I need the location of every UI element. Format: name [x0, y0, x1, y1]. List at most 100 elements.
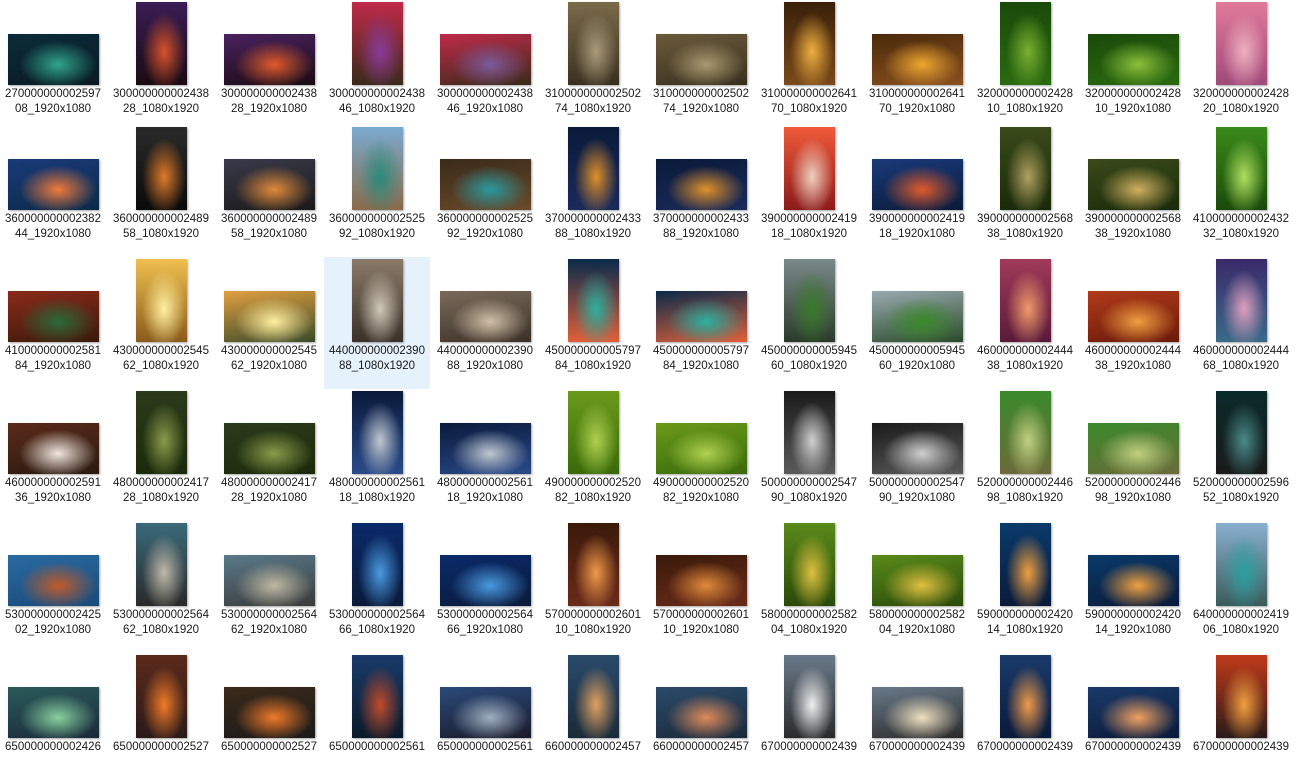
file-tile[interactable]: 410000000002581 84_1920x1080 [0, 257, 106, 389]
file-tile[interactable]: 360000000002382 44_1920x1080 [0, 125, 106, 257]
file-tile[interactable]: 480000000002417 28_1920x1080 [216, 389, 322, 521]
file-name-line-1: 460000000002444 [1085, 345, 1181, 357]
file-name-label: 530000000002425 02_1920x1080 [0, 608, 106, 638]
file-tile[interactable]: 300000000002438 28_1080x1920 [108, 0, 214, 132]
file-tile[interactable]: 590000000002420 14_1080x1920 [972, 521, 1078, 653]
file-tile[interactable]: 300000000002438 28_1920x1080 [216, 0, 322, 132]
file-tile[interactable]: 360000000002525 92_1920x1080 [432, 125, 538, 257]
file-tile[interactable]: 520000000002596 52_1080x1920 [1188, 389, 1294, 521]
file-tile[interactable]: 670000000002439 [972, 653, 1078, 763]
file-tile[interactable]: 370000000002433 88_1080x1920 [540, 125, 646, 257]
file-tile[interactable]: 480000000002561 18_1080x1920 [324, 389, 430, 521]
file-tile[interactable]: 500000000002547 90_1920x1080 [864, 389, 970, 521]
thumbnail-frame [324, 521, 430, 606]
file-tile[interactable]: 460000000002444 68_1080x1920 [1188, 257, 1294, 389]
file-name-label: 580000000002582 04_1920x1080 [864, 608, 970, 638]
file-tile[interactable]: 360000000002489 58_1920x1080 [216, 125, 322, 257]
file-tile[interactable]: 300000000002438 46_1080x1920 [324, 0, 430, 132]
file-tile[interactable]: 660000000002457 [648, 653, 754, 763]
file-tile[interactable]: 320000000002428 10_1920x1080 [1080, 0, 1186, 132]
file-tile[interactable]: 360000000002489 58_1080x1920 [108, 125, 214, 257]
file-tile[interactable]: 490000000002520 82_1080x1920 [540, 389, 646, 521]
file-name-label: 650000000002561 [432, 740, 538, 755]
file-name-line-1: 480000000002561 [329, 477, 425, 489]
file-name-label: 520000000002446 98_1080x1920 [972, 476, 1078, 506]
file-tile[interactable]: 530000000002425 02_1920x1080 [0, 521, 106, 653]
file-tile[interactable]: 480000000002561 18_1920x1080 [432, 389, 538, 521]
image-thumbnail [783, 655, 835, 738]
file-tile[interactable]: 480000000002417 28_1080x1920 [108, 389, 214, 521]
file-tile[interactable]: 440000000002390 88_1920x1080 [432, 257, 538, 389]
file-name-line-1: 500000000002547 [869, 477, 965, 489]
file-tile[interactable]: 5 [1296, 389, 1310, 521]
file-tile[interactable]: 520000000002446 98_1920x1080 [1080, 389, 1186, 521]
file-tile[interactable]: 500000000002547 90_1080x1920 [756, 389, 862, 521]
file-tile[interactable]: 670000000002439 [756, 653, 862, 763]
file-tile[interactable]: 490000000002520 82_1920x1080 [648, 389, 754, 521]
file-tile[interactable]: 530000000002564 66_1080x1920 [324, 521, 430, 653]
file-tile[interactable]: 530000000002564 62_1920x1080 [216, 521, 322, 653]
file-tile[interactable]: 450000000005945 60_1920x1080 [864, 257, 970, 389]
thumbnail-frame [1080, 0, 1186, 85]
file-tile[interactable]: 310000000002641 70_1080x1920 [756, 0, 862, 132]
file-tile[interactable]: 410000000002432 32_1080x1920 [1188, 125, 1294, 257]
file-tile[interactable]: 670000000002439 [864, 653, 970, 763]
file-name-label: 650000000002426 [0, 740, 106, 755]
file-tile[interactable]: 360000000002525 92_1080x1920 [324, 125, 430, 257]
file-name-line-1: 670000000002439 [977, 741, 1073, 753]
thumbnail-frame [864, 257, 970, 342]
file-tile[interactable]: 310000000002502 74_1080x1920 [540, 0, 646, 132]
file-tile[interactable]: 370000000002433 88_1920x1080 [648, 125, 754, 257]
file-tile[interactable]: 450000000005797 84_1920x1080 [648, 257, 754, 389]
file-name-label: 520000000002446 98_1920x1080 [1080, 476, 1186, 506]
file-tile[interactable]: 520000000002446 98_1080x1920 [972, 389, 1078, 521]
file-tile[interactable]: 650000000002527 [216, 653, 322, 763]
file-tile[interactable]: 650000000002527 [108, 653, 214, 763]
file-tile[interactable]: 570000000002601 10_1920x1080 [648, 521, 754, 653]
file-tile[interactable]: 270000000002597 08_1920x1080 [0, 0, 106, 132]
file-tile[interactable]: 450000000005945 60_1080x1920 [756, 257, 862, 389]
file-tile[interactable]: 4 [1296, 257, 1310, 389]
file-tile[interactable]: 430000000002545 62_1080x1920 [108, 257, 214, 389]
file-tile[interactable]: 320000000002428 10_1080x1920 [972, 0, 1078, 132]
file-tile[interactable]: 670000000002439 [1080, 653, 1186, 763]
thumbnail-frame [648, 653, 754, 738]
file-tile[interactable]: 310000000002641 70_1920x1080 [864, 0, 970, 132]
file-tile[interactable]: 390000000002419 18_1080x1920 [756, 125, 862, 257]
thumbnail-frame [1188, 0, 1294, 85]
file-tile[interactable]: 650000000002561 [432, 653, 538, 763]
file-tile[interactable]: 300000000002438 46_1920x1080 [432, 0, 538, 132]
file-tile[interactable]: 530000000002564 66_1920x1080 [432, 521, 538, 653]
file-tile[interactable]: 640000000002419 06_1080x1920 [1188, 521, 1294, 653]
file-tile[interactable]: 460000000002591 36_1920x1080 [0, 389, 106, 521]
file-name-label: 320000000002428 10_1080x1920 [972, 87, 1078, 117]
file-tile[interactable]: 650000000002426 [0, 653, 106, 763]
image-thumbnail [999, 655, 1051, 738]
file-name-label: 490000000002520 82_1920x1080 [648, 476, 754, 506]
file-tile[interactable]: 460000000002444 38_1920x1080 [1080, 257, 1186, 389]
file-tile[interactable]: 570000000002601 10_1080x1920 [540, 521, 646, 653]
file-tile[interactable]: 650000000002561 [324, 653, 430, 763]
file-tile[interactable]: 390000000002568 38_1080x1920 [972, 125, 1078, 257]
file-tile[interactable]: 460000000002444 38_1080x1920 [972, 257, 1078, 389]
file-tile[interactable]: 670000000002439 [1188, 653, 1294, 763]
file-tile[interactable]: 310000000002502 74_1920x1080 [648, 0, 754, 132]
file-tile[interactable]: 390000000002419 18_1920x1080 [864, 125, 970, 257]
file-tile[interactable]: 450000000005797 84_1080x1920 [540, 257, 646, 389]
file-tile[interactable]: 530000000002564 62_1080x1920 [108, 521, 214, 653]
file-tile[interactable]: 32 [1296, 0, 1310, 132]
file-tile[interactable]: 430000000002545 62_1920x1080 [216, 257, 322, 389]
thumbnail-frame [1296, 521, 1310, 606]
image-thumbnail [655, 34, 747, 85]
file-tile[interactable]: 320000000002428 20_1080x1920 [1188, 0, 1294, 132]
file-tile[interactable]: 440000000002390 88_1080x1920 [324, 257, 430, 389]
file-tile[interactable]: 390000000002568 38_1920x1080 [1080, 125, 1186, 257]
file-tile[interactable]: 590000000002420 14_1920x1080 [1080, 521, 1186, 653]
file-tile[interactable]: 580000000002582 04_1080x1920 [756, 521, 862, 653]
file-tile[interactable]: 4 [1296, 125, 1310, 257]
file-tile[interactable]: 6 [1296, 521, 1310, 653]
file-tile[interactable]: 580000000002582 04_1920x1080 [864, 521, 970, 653]
file-tile[interactable]: 660000000002457 [540, 653, 646, 763]
file-name-label: 310000000002641 70_1920x1080 [864, 87, 970, 117]
thumbnail-grid: 270000000002597 08_1920x1080 3000000000024… [0, 0, 1310, 763]
